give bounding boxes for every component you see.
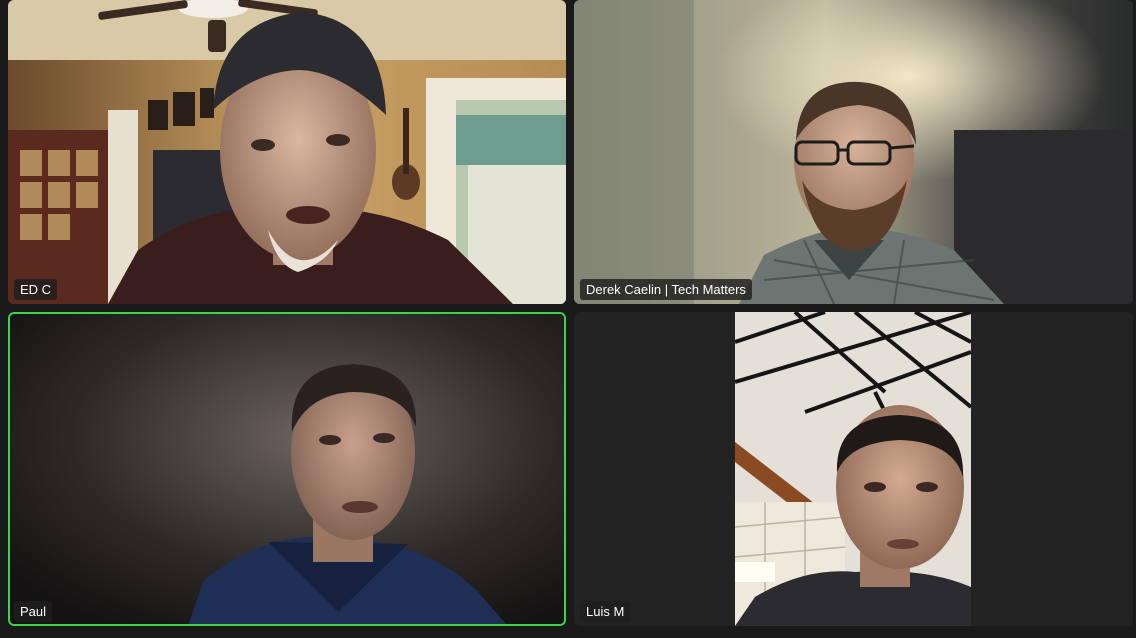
participant-tile-ed-c[interactable]: ED C <box>8 0 566 304</box>
participant-video <box>8 312 566 626</box>
participant-name-tag: Luis M <box>580 601 631 622</box>
participant-video <box>8 0 566 304</box>
participant-tile-luis-m[interactable]: Luis M <box>574 312 1133 626</box>
participant-tile-derek-caelin[interactable]: Derek Caelin | Tech Matters <box>574 0 1133 304</box>
participant-video <box>735 312 971 626</box>
participant-name-tag: Derek Caelin | Tech Matters <box>580 279 752 300</box>
video-gallery-grid: ED C Derek Caelin | Tech Matters Paul Lu… <box>0 0 1136 638</box>
participant-tile-paul[interactable]: Paul <box>8 312 566 626</box>
participant-video <box>574 0 1133 304</box>
participant-name-tag: ED C <box>14 279 58 300</box>
participant-name-tag: Paul <box>14 601 53 622</box>
